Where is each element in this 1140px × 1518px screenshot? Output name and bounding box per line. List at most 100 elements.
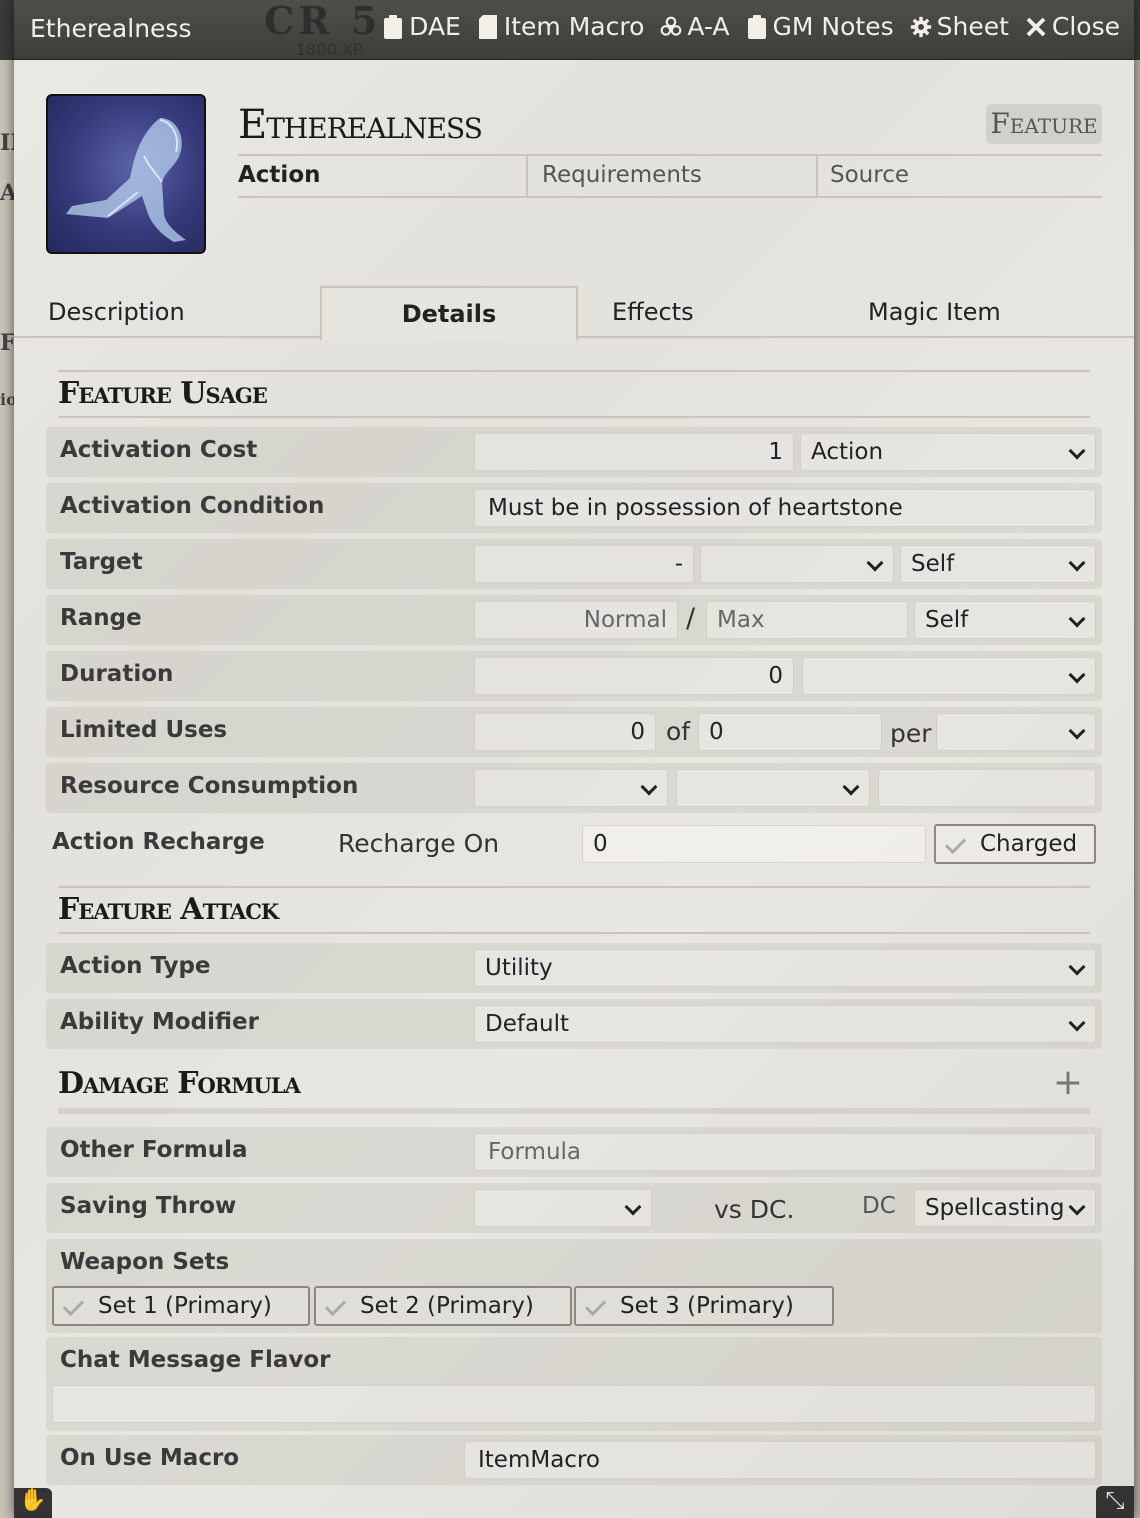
ability-modifier-label: Ability Modifier bbox=[60, 1009, 259, 1035]
saving-throw-ability-select[interactable] bbox=[474, 1189, 652, 1227]
activation-cost-row: Activation Cost 1 Action bbox=[46, 427, 1102, 477]
activation-cost-input[interactable]: 1 bbox=[474, 433, 794, 471]
other-formula-row: Other Formula Formula bbox=[46, 1127, 1102, 1177]
gm-notes-button[interactable]: GM Notes bbox=[746, 12, 894, 41]
tab-effects[interactable]: Effects bbox=[612, 286, 842, 338]
range-separator: / bbox=[686, 603, 696, 634]
background-canvas-left: ID AS FI io bbox=[0, 60, 14, 1518]
close-icon bbox=[1026, 17, 1046, 36]
limited-uses-per-label: per bbox=[890, 719, 932, 748]
sd-card-icon bbox=[478, 14, 497, 39]
tab-magic-item[interactable]: Magic Item bbox=[868, 286, 1098, 338]
duration-units-select[interactable] bbox=[802, 657, 1096, 695]
target-label: Target bbox=[60, 549, 143, 575]
duration-value-input[interactable]: 0 bbox=[474, 657, 794, 695]
chat-flavor-label: Chat Message Flavor bbox=[60, 1347, 331, 1373]
resource-consumption-row: Resource Consumption bbox=[46, 763, 1102, 813]
item-name[interactable]: Etherealness bbox=[238, 102, 483, 148]
target-type-select[interactable]: Self bbox=[900, 545, 1096, 583]
summary-requirements[interactable]: Requirements bbox=[526, 156, 816, 196]
sheet-tabs: Description Details Effects Magic Item bbox=[14, 286, 1134, 340]
duration-label: Duration bbox=[60, 661, 174, 687]
gear-icon bbox=[910, 16, 931, 37]
action-recharge-label: Action Recharge bbox=[52, 829, 265, 855]
range-normal-input[interactable]: Normal bbox=[474, 601, 678, 639]
chat-flavor-input[interactable] bbox=[52, 1385, 1096, 1423]
summary-source[interactable]: Source bbox=[816, 156, 1102, 196]
dc-label: DC bbox=[862, 1193, 896, 1219]
resize-handle-icon[interactable]: ⤡ bbox=[1096, 1486, 1134, 1518]
item-sheet-window: Etherealness CR 5 1800 XP DAE Item Macro… bbox=[14, 0, 1134, 1518]
weapon-sets-label: Weapon Sets bbox=[60, 1249, 230, 1275]
item-portrait[interactable] bbox=[46, 94, 206, 254]
saving-throw-label: Saving Throw bbox=[60, 1193, 237, 1219]
target-value-input[interactable]: - bbox=[474, 545, 694, 583]
vs-dc-label: vs DC. bbox=[714, 1195, 795, 1224]
clipboard-icon bbox=[747, 14, 766, 39]
feature-attack-header: Feature Attack bbox=[58, 886, 1090, 934]
range-row: Range Normal / Max Self bbox=[46, 595, 1102, 645]
clipboard-icon bbox=[384, 14, 403, 39]
target-units-select[interactable] bbox=[700, 545, 894, 583]
range-label: Range bbox=[60, 605, 142, 631]
action-type-select[interactable]: Utility bbox=[474, 949, 1096, 987]
item-macro-button[interactable]: Item Macro bbox=[477, 12, 644, 41]
limited-uses-value-input[interactable]: 0 bbox=[474, 713, 656, 751]
limited-uses-max-input[interactable]: 0 bbox=[698, 713, 882, 751]
limited-uses-row: Limited Uses 0 of 0 per bbox=[46, 707, 1102, 757]
dc-scaling-select[interactable]: Spellcasting bbox=[914, 1189, 1096, 1227]
range-max-input[interactable]: Max bbox=[706, 601, 908, 639]
weapon-set-3-checkbox[interactable]: Set 3 (Primary) bbox=[574, 1286, 834, 1326]
biohazard-icon bbox=[661, 16, 682, 36]
damage-formula-header: Damage Formula + bbox=[58, 1060, 1090, 1114]
resource-amount-input[interactable] bbox=[878, 769, 1096, 807]
weapon-sets-row: Weapon Sets Set 1 (Primary) Set 2 (Prima… bbox=[46, 1239, 1102, 1333]
chat-flavor-row: Chat Message Flavor bbox=[46, 1337, 1102, 1431]
recharge-on-label: Recharge On bbox=[338, 829, 500, 858]
limited-uses-of-label: of bbox=[666, 717, 691, 746]
window-header[interactable]: Etherealness CR 5 1800 XP DAE Item Macro… bbox=[14, 0, 1134, 60]
on-use-macro-row: On Use Macro ItemMacro bbox=[46, 1435, 1102, 1485]
a-a-button[interactable]: A-A bbox=[660, 12, 730, 41]
charged-checkbox[interactable]: Charged bbox=[934, 824, 1096, 864]
activation-cost-label: Activation Cost bbox=[60, 437, 258, 463]
item-type-badge: Feature bbox=[986, 104, 1102, 144]
activation-condition-input[interactable]: Must be in possession of heartstone bbox=[474, 489, 1096, 527]
weapon-set-1-checkbox[interactable]: Set 1 (Primary) bbox=[52, 1286, 310, 1326]
saving-throw-row: Saving Throw vs DC. DC Spellcasting bbox=[46, 1183, 1102, 1233]
action-type-row: Action Type Utility bbox=[46, 943, 1102, 993]
tab-description[interactable]: Description bbox=[48, 286, 318, 338]
activation-type-select[interactable]: Action bbox=[800, 433, 1096, 471]
activation-condition-row: Activation Condition Must be in possessi… bbox=[46, 483, 1102, 533]
weapon-set-2-checkbox[interactable]: Set 2 (Primary) bbox=[314, 1286, 572, 1326]
xp-label: 1800 XP bbox=[296, 40, 363, 59]
duration-row: Duration 0 bbox=[46, 651, 1102, 701]
item-summary: Action Requirements Source bbox=[238, 154, 1102, 198]
window-title: Etherealness bbox=[30, 14, 192, 43]
recharge-value-input[interactable]: 0 bbox=[582, 825, 926, 863]
summary-activation: Action bbox=[238, 162, 321, 188]
resource-target-select[interactable] bbox=[676, 769, 870, 807]
ghost-figure-icon bbox=[66, 118, 186, 242]
ability-modifier-select[interactable]: Default bbox=[474, 1005, 1096, 1043]
range-units-select[interactable]: Self bbox=[914, 601, 1096, 639]
hand-icon[interactable]: ✋ bbox=[14, 1488, 52, 1518]
action-recharge-row: Action Recharge Recharge On 0 Charged bbox=[46, 819, 1102, 869]
target-row: Target - Self bbox=[46, 539, 1102, 589]
sheet-button[interactable]: Sheet bbox=[910, 12, 1009, 41]
other-formula-label: Other Formula bbox=[60, 1137, 248, 1163]
dae-button[interactable]: DAE bbox=[382, 12, 461, 41]
activation-condition-label: Activation Condition bbox=[60, 493, 325, 519]
tab-details[interactable]: Details bbox=[320, 286, 578, 340]
on-use-macro-input[interactable]: ItemMacro bbox=[464, 1441, 1096, 1479]
plus-icon[interactable]: + bbox=[1053, 1062, 1083, 1103]
resource-type-select[interactable] bbox=[474, 769, 668, 807]
other-formula-input[interactable]: Formula bbox=[474, 1133, 1096, 1171]
action-type-label: Action Type bbox=[60, 953, 211, 979]
ability-modifier-row: Ability Modifier Default bbox=[46, 999, 1102, 1049]
damage-formula-title: Damage Formula bbox=[58, 1066, 301, 1101]
cr-label: CR 5 bbox=[264, 0, 382, 43]
limited-uses-per-select[interactable] bbox=[936, 713, 1096, 751]
close-button[interactable]: Close bbox=[1025, 12, 1120, 41]
limited-uses-label: Limited Uses bbox=[60, 717, 228, 743]
